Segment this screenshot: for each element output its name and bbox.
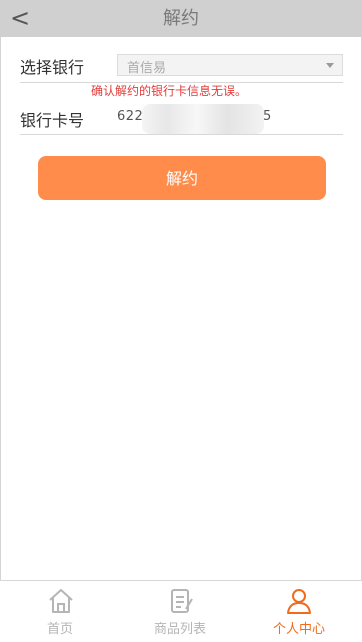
card-number-suffix: 5 (263, 109, 272, 124)
divider (20, 134, 343, 135)
unbind-button[interactable]: 解约 (38, 156, 326, 200)
home-icon (49, 589, 73, 613)
user-icon (287, 589, 311, 614)
bank-select-value: 首信易 (127, 61, 167, 76)
header-bar: < 解约 (0, 0, 362, 37)
tab-label: 首页 (46, 622, 73, 637)
card-number-prefix: 622 (117, 109, 144, 124)
chevron-down-icon (326, 63, 334, 68)
tab-label: 商品列表 (153, 622, 206, 637)
tab-profile[interactable]: 个人中心 (259, 581, 339, 641)
card-label: 银行卡号 (20, 111, 85, 130)
page-title: 解约 (163, 8, 199, 29)
bank-select[interactable]: 首信易 (117, 54, 343, 76)
tab-home[interactable]: 首页 (20, 581, 100, 641)
tab-bar: 首页 商品列表 个人中心 (0, 580, 362, 642)
bank-label: 选择银行 (20, 58, 85, 77)
list-icon (171, 589, 193, 613)
warning-text: 确认解约的银行卡信息无误。 (91, 84, 248, 98)
tab-label: 个人中心 (272, 622, 325, 637)
card-number-mask (142, 104, 264, 134)
tab-product-list[interactable]: 商品列表 (140, 581, 220, 641)
